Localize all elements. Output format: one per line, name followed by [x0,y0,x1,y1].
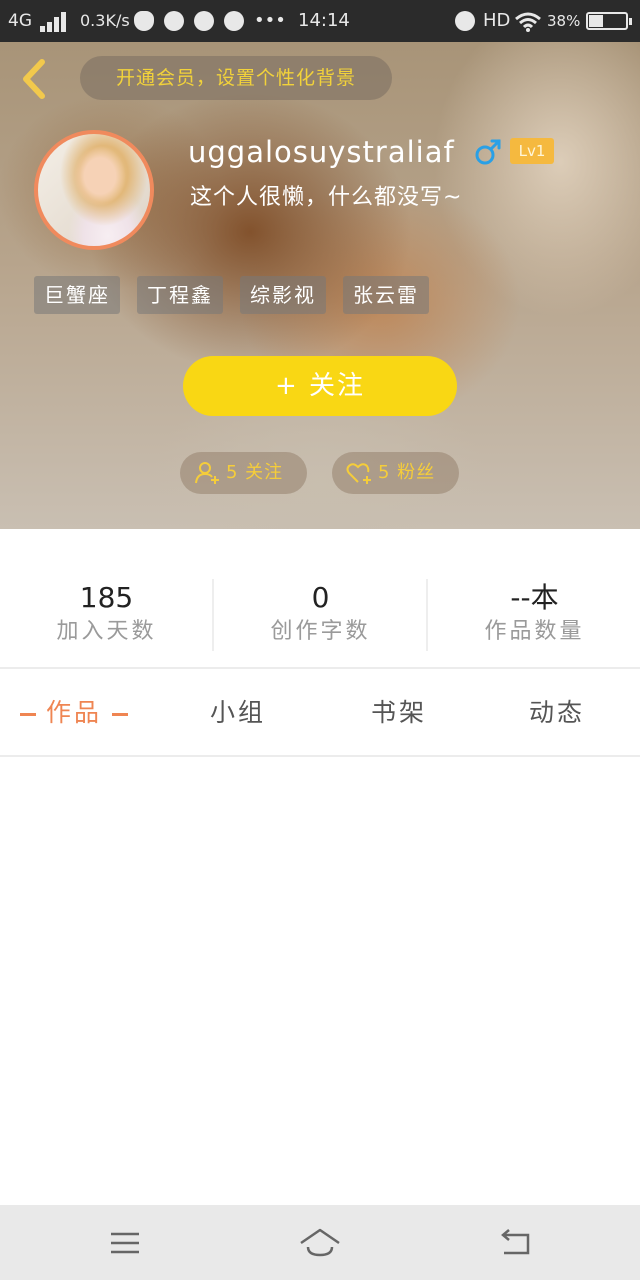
stat-value: --本 [510,581,559,614]
profile-header: 开通会员，设置个性化背景 uggalosuystraliaf Lv1 这个人很懒… [0,42,640,529]
active-indicator [20,712,36,716]
paint-icon [224,11,244,31]
tab-groups[interactable]: 小组 [210,695,266,731]
vip-background-banner[interactable]: 开通会员，设置个性化背景 [80,56,392,100]
tag[interactable]: 张云雷 [343,276,429,314]
qq-icon [134,11,154,31]
system-nav-bar [0,1205,640,1280]
stat-value: 0 [311,581,330,614]
battery-icon [586,12,632,30]
following-count: 5 关注 [226,462,284,483]
active-indicator [112,712,129,716]
level-badge: Lv1 [510,138,554,164]
app-icon-2 [194,11,214,31]
clock: 14:14 [298,10,350,31]
stat-value: 185 [79,581,134,614]
home-icon[interactable] [298,1223,342,1263]
network-speed: 0.3K/s [80,11,130,30]
stat-word-count: 0 创作字数 [214,581,427,649]
back-icon[interactable] [496,1223,536,1263]
add-user-icon [195,462,219,484]
username: uggalosuystraliaf [188,135,455,169]
hd-indicator: HD [483,10,511,31]
follow-button[interactable]: + 关注 [183,356,457,416]
bio: 这个人很懒，什么都没写~ [190,185,463,210]
tab-label: 作品 [46,698,103,727]
alarm-icon [455,11,475,31]
signal-icon [40,12,68,32]
tab-content [0,759,640,1205]
app-icon [164,11,184,31]
followers-button[interactable]: 5 粉丝 [332,452,459,494]
battery-percent: 38% [547,12,581,30]
back-button[interactable] [14,56,54,102]
tab-activity[interactable]: 动态 [529,695,585,731]
followers-count: 5 粉丝 [378,462,436,483]
stat-label: 创作字数 [270,619,371,644]
tag[interactable]: 综影视 [240,276,326,314]
tab-bookshelf[interactable]: 书架 [371,695,427,731]
tab-bar: 作品 小组 书架 动态 [0,671,640,757]
stats-row: 185 加入天数 0 创作字数 --本 作品数量 [0,529,640,669]
more-dots: ••• [254,10,286,31]
tag[interactable]: 丁程鑫 [137,276,223,314]
tag-list: 巨蟹座 丁程鑫 综影视 张云雷 [34,276,429,314]
avatar[interactable] [34,130,154,250]
stat-days-joined: 185 加入天数 [0,581,213,649]
status-bar: 4G 0.3K/s ••• 14:14 HD 38% [0,0,640,42]
heart-plus-icon [346,463,371,484]
menu-icon[interactable] [105,1223,145,1263]
stat-works-count: --本 作品数量 [428,581,640,649]
tab-works[interactable]: 作品 [20,695,138,731]
wifi-icon [515,12,541,32]
stat-label: 加入天数 [56,619,157,644]
network-type: 4G [8,11,32,31]
tag[interactable]: 巨蟹座 [34,276,120,314]
following-button[interactable]: 5 关注 [180,452,307,494]
stat-label: 作品数量 [484,619,585,644]
male-gender-icon [475,139,501,165]
